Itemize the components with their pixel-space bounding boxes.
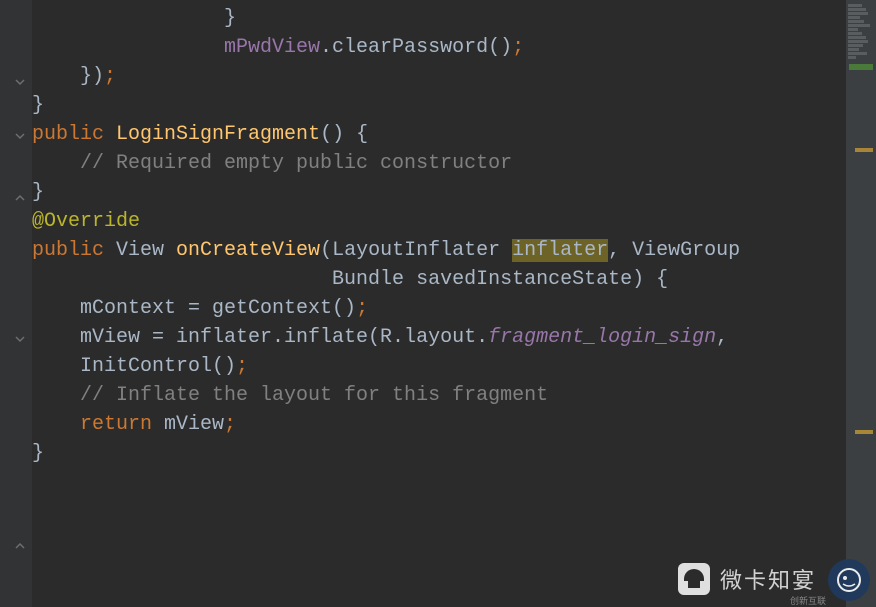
code-line: } xyxy=(32,178,846,207)
wechat-icon xyxy=(678,563,710,595)
watermark: 微卡知宴 xyxy=(678,563,816,595)
code-line: } xyxy=(32,91,846,120)
code-line: // Inflate the layout for this fragment xyxy=(32,381,846,410)
code-line: @Override xyxy=(32,207,846,236)
code-line: mView = inflater.inflate(R.layout.fragme… xyxy=(32,323,846,352)
fold-marker-icon[interactable] xyxy=(14,130,26,142)
corner-logo-icon xyxy=(828,559,870,601)
code-editor: } mPwdView.clearPassword(); }); } public… xyxy=(0,0,876,607)
code-line: // Required empty public constructor xyxy=(32,149,846,178)
code-line: mPwdView.clearPassword(); xyxy=(32,33,846,62)
code-content[interactable]: } mPwdView.clearPassword(); }); } public… xyxy=(32,0,846,607)
highlighted-identifier: inflater xyxy=(512,239,608,262)
code-line: } xyxy=(32,4,846,33)
corner-logo-label: 创新互联 xyxy=(790,594,826,607)
watermark-text: 微卡知宴 xyxy=(720,563,816,595)
fold-marker-icon[interactable] xyxy=(14,333,26,345)
code-line: public LoginSignFragment() { xyxy=(32,120,846,149)
minimap-warning-marker xyxy=(855,430,873,434)
fold-marker-icon[interactable] xyxy=(14,540,26,552)
code-line: } xyxy=(32,439,846,468)
code-line: }); xyxy=(32,62,846,91)
code-line: return mView; xyxy=(32,410,846,439)
code-line: Bundle savedInstanceState) { xyxy=(32,265,846,294)
code-line: public View onCreateView(LayoutInflater … xyxy=(32,236,846,265)
code-line: InitControl(); xyxy=(32,352,846,381)
minimap-warning-marker xyxy=(855,148,873,152)
minimap-change-marker xyxy=(849,64,873,70)
editor-gutter xyxy=(0,0,32,607)
editor-minimap[interactable] xyxy=(846,0,876,607)
code-line: mContext = getContext(); xyxy=(32,294,846,323)
fold-marker-icon[interactable] xyxy=(14,192,26,204)
fold-marker-icon[interactable] xyxy=(14,76,26,88)
